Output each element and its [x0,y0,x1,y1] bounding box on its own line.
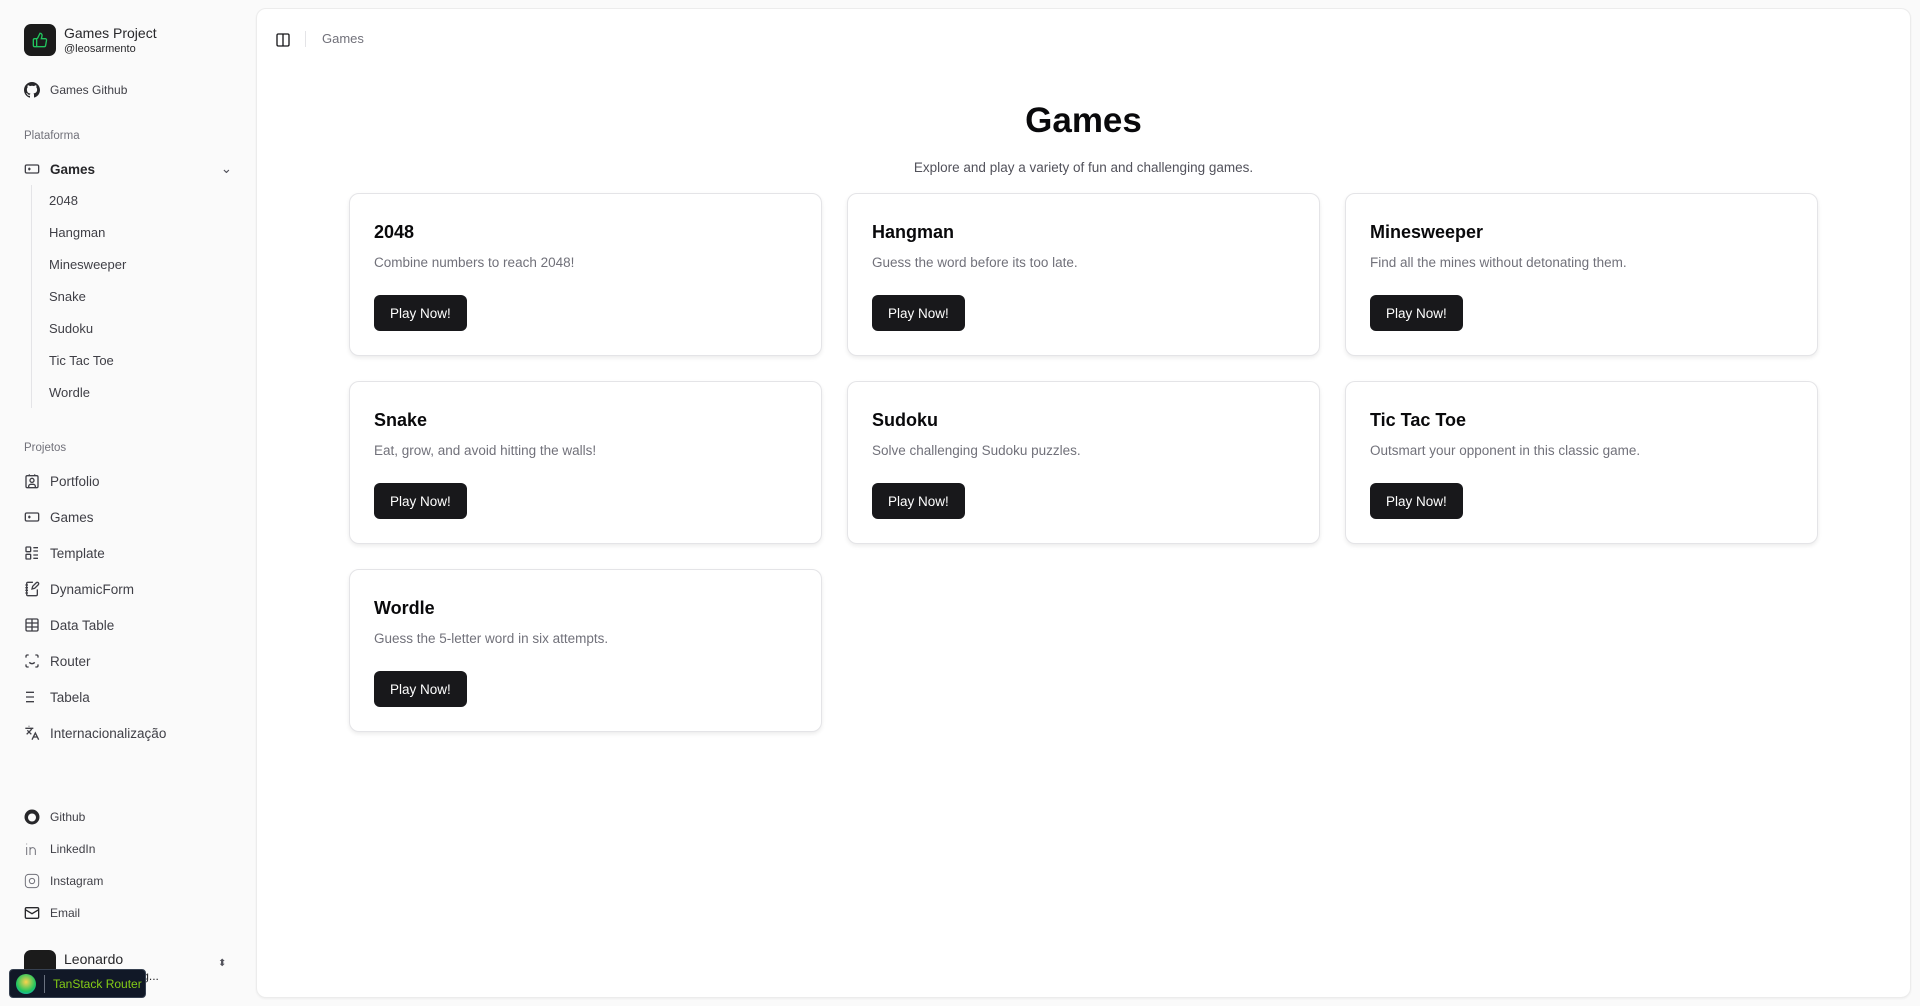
game-card: Tic Tac Toe Outsmart your opponent in th… [1345,381,1818,544]
play-now-button[interactable]: Play Now! [1370,483,1463,519]
github-icon [24,809,40,825]
game-card-title: Hangman [872,222,955,242]
play-now-button[interactable]: Play Now! [1370,295,1463,331]
game-card: Hangman Guess the word before its too la… [847,193,1320,356]
play-now-button[interactable]: Play Now! [374,483,467,519]
sidebar-item-minesweeper[interactable]: Minesweeper [49,257,126,272]
sidebar-item-dynamicform[interactable]: DynamicForm [24,577,134,601]
github-icon [24,82,40,98]
social-linkedin[interactable]: LinkedIn [24,837,95,861]
sidebar-item-2048[interactable]: 2048 [49,193,78,208]
game-card: Snake Eat, grow, and avoid hitting the w… [349,381,822,544]
games-label: Games [50,509,94,525]
tanstack-router-devtools-button[interactable]: TanStack Router [9,969,146,998]
social-github[interactable]: Github [24,805,85,829]
dynamicform-label: DynamicForm [50,581,135,597]
project-logo[interactable] [24,24,56,56]
main-panel: Games Games Explore and play a variety o… [256,8,1911,998]
sidebar-item-router[interactable]: Router [24,649,91,673]
game-card-description: Guess the word before its too late. [872,255,1078,270]
devtools-label: TanStack Router [53,976,142,991]
submenu-divider [31,185,32,408]
internacionalizacao-label: Internacionalização [50,725,167,741]
game-card-title: 2048 [374,222,415,242]
game-card-description: Combine numbers to reach 2048! [374,255,575,270]
game-card-title: Wordle [374,598,435,618]
game-card-description: Find all the mines without detonating th… [1370,255,1627,270]
project-title: Games Project [64,25,157,41]
game-card-description: Solve challenging Sudoku puzzles. [872,443,1081,458]
game-card: Minesweeper Find all the mines without d… [1345,193,1818,356]
thumbs-up-icon [32,32,48,48]
project-handle: @leosarmento [64,43,136,55]
notebook-pen-icon [25,581,40,597]
sidebar-group-games[interactable]: Games ⌄ [24,157,232,181]
play-now-button[interactable]: Play Now! [374,671,467,707]
sidebar: Games Project @leosarmento Games Github … [0,0,255,1006]
sidebar-toggle-icon[interactable] [275,32,291,48]
game-card-title: Tic Tac Toe [1370,410,1467,430]
games-github-label: Games Github [50,83,128,97]
linkedin-icon [26,843,36,855]
sidebar-item-games[interactable]: Games [24,505,94,529]
scan-face-icon [25,654,39,668]
header-divider [305,31,306,47]
play-now-button[interactable]: Play Now! [872,483,965,519]
devtools-divider [44,974,45,993]
template-label: Template [50,545,105,561]
email-label: Email [50,906,81,920]
page-subtitle: Explore and play a variety of fun and ch… [913,160,1254,175]
data-table-label: Data Table [50,617,115,633]
contact-icon [25,474,39,489]
router-label: Router [50,653,91,669]
sidebar-item-internacionalizacao[interactable]: Internacionalização [24,721,166,745]
list-icon [26,691,38,703]
sidebar-item-portfolio[interactable]: Portfolio [24,469,100,493]
games-github-link[interactable]: Games Github [24,78,127,102]
game-card-title: Sudoku [872,410,938,430]
sidebar-item-sudoku[interactable]: Sudoku [49,321,93,336]
chevrons-up-down-icon[interactable]: ⬍ [218,958,226,969]
game-card: Wordle Guess the 5-letter word in six at… [349,569,822,732]
sidebar-item-wordle[interactable]: Wordle [49,385,90,400]
instagram-icon [24,873,40,889]
languages-icon [25,725,40,740]
play-now-button[interactable]: Play Now! [872,295,965,331]
portfolio-label: Portfolio [50,473,100,489]
game-card: 2048 Combine numbers to reach 2048! Play… [349,193,822,356]
game-card: Sudoku Solve challenging Sudoku puzzles.… [847,381,1320,544]
gamepad-icon [24,512,40,522]
sidebar-item-data-table[interactable]: Data Table [24,613,114,637]
mail-icon [24,907,40,919]
sidebar-item-hangman[interactable]: Hangman [49,225,105,240]
instagram-label: Instagram [50,874,104,888]
layout-list-icon [25,546,38,560]
game-card-description: Guess the 5-letter word in six attempts. [374,631,609,646]
section-platform: Plataforma [24,130,80,142]
github-label: Github [50,810,86,824]
chevron-down-icon: ⌄ [220,161,232,176]
social-email[interactable]: Email [24,901,80,925]
game-card-title: Snake [374,410,428,430]
game-card-description: Outsmart your opponent in this classic g… [1370,443,1641,458]
sidebar-item-tabela[interactable]: Tabela [24,685,90,709]
linkedin-label: LinkedIn [50,842,96,856]
games-group-label: Games [50,161,96,177]
sidebar-item-template[interactable]: Template [24,541,105,565]
game-card-title: Minesweeper [1370,222,1484,242]
sidebar-item-snake[interactable]: Snake [49,289,86,304]
user-name[interactable]: Leonardo [64,951,123,967]
section-projects: Projetos [24,442,67,454]
tabela-label: Tabela [50,689,90,705]
table-icon [25,618,39,632]
sidebar-item-tic-tac-toe[interactable]: Tic Tac Toe [49,353,114,368]
play-now-button[interactable]: Play Now! [374,295,467,331]
breadcrumb[interactable]: Games [322,31,364,46]
gamepad-icon [24,164,40,174]
page-title: Games [1025,101,1142,140]
tanstack-logo-icon [16,973,36,994]
game-card-description: Eat, grow, and avoid hitting the walls! [374,443,597,458]
social-instagram[interactable]: Instagram [24,869,103,893]
